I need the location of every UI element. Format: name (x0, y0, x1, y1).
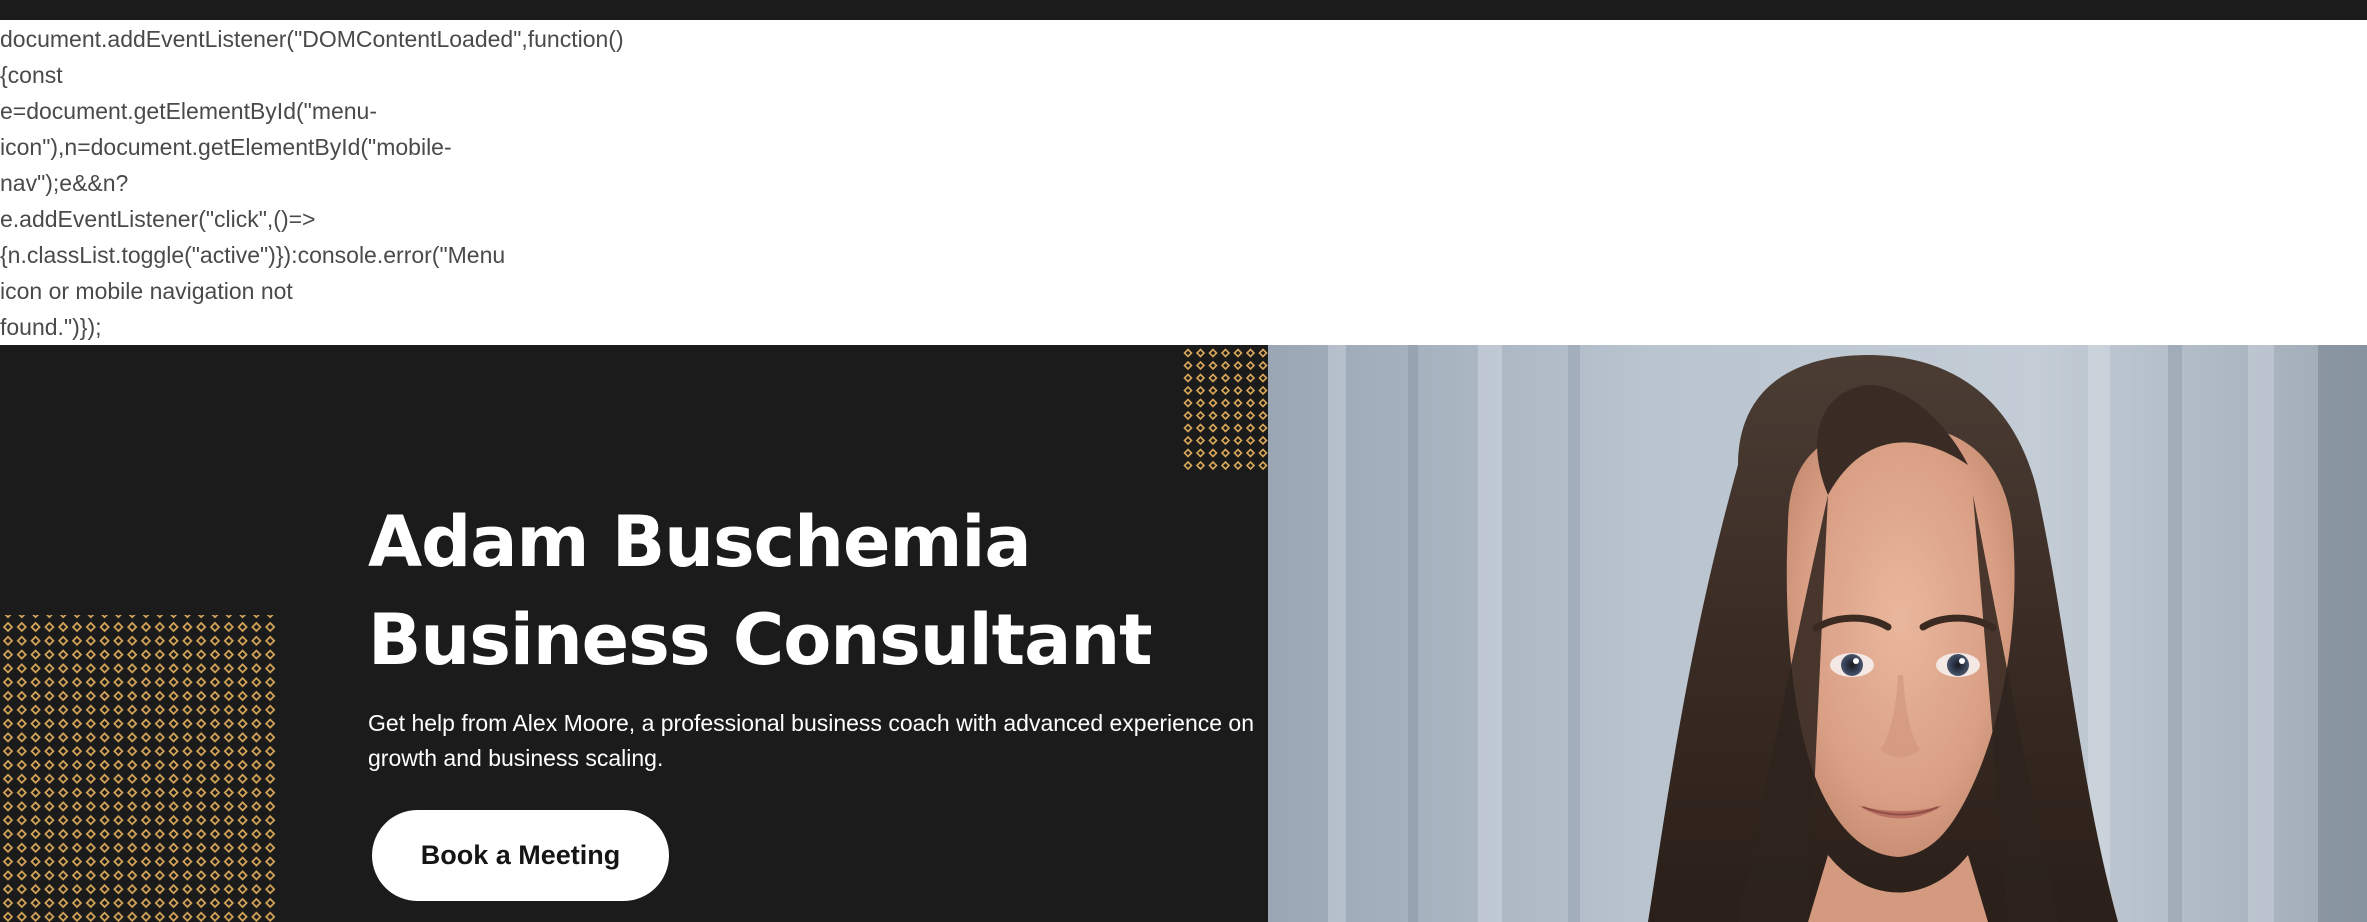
code-line: {const (0, 62, 63, 88)
hero-section: Adam Buschemia Business Consultant Get h… (0, 345, 2367, 922)
code-line: e=document.getElementById("menu- (0, 98, 378, 124)
consultant-portrait-photo (1268, 345, 2367, 922)
code-line: nav");e&&n? (0, 170, 129, 196)
hero-title-name: Adam Buschemia (368, 501, 1032, 583)
decorative-dot-pattern-left (0, 615, 278, 922)
code-line: {n.classList.toggle("active")}):console.… (0, 242, 506, 268)
inline-script-text: document.addEventListener("DOMContentLoa… (0, 20, 2367, 345)
hero-title-role: Business Consultant (368, 599, 1153, 681)
code-line: e.addEventListener("click",()=> (0, 206, 316, 232)
decorative-dot-pattern-top (1180, 345, 1268, 473)
top-bar (0, 0, 2367, 20)
code-line: found.")}); (0, 314, 102, 340)
hero-title: Adam Buschemia Business Consultant (368, 493, 1153, 689)
code-line: document.addEventListener("DOMContentLoa… (0, 26, 624, 52)
book-meeting-button[interactable]: Book a Meeting (372, 810, 669, 901)
portrait-image (1268, 345, 2367, 922)
hero-subtitle: Get help from Alex Moore, a professional… (368, 710, 1255, 771)
code-line: icon"),n=document.getElementById("mobile… (0, 134, 452, 160)
code-line: icon or mobile navigation not (0, 278, 293, 304)
